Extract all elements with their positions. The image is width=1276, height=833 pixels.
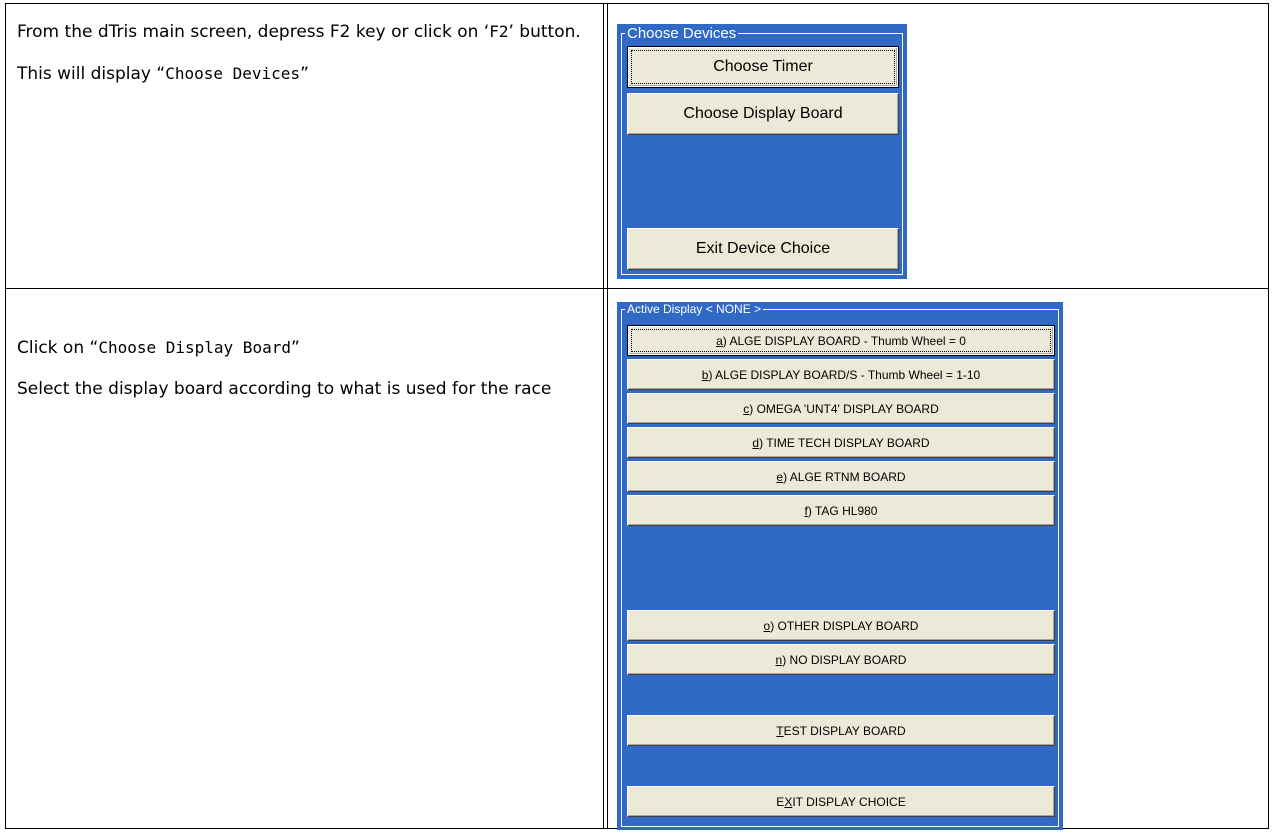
- display-option-e-button[interactable]: e) ALGE RTNM BOARD: [627, 461, 1055, 492]
- row2-click-suffix: ”: [290, 338, 300, 358]
- choose-devices-panel: Choose Devices Choose Timer Choose Displ…: [617, 24, 907, 279]
- active-display-panel: Active Display < NONE > a) ALGE DISPLAY …: [617, 302, 1063, 830]
- label-c: ) OMEGA 'UNT4' DISPLAY BOARD: [749, 401, 939, 416]
- focus-ring: [631, 329, 1051, 352]
- row2-click-prefix: Click on “: [17, 338, 99, 358]
- display-option-n-button[interactable]: n) NO DISPLAY BOARD: [627, 644, 1055, 675]
- display-option-a-button[interactable]: a) ALGE DISPLAY BOARD - Thumb Wheel = 0: [627, 325, 1055, 356]
- row1-line1-end: ’ button.: [508, 22, 581, 42]
- test-display-board-label: TEST DISPLAY BOARD: [776, 724, 905, 738]
- choose-display-board-label: Choose Display Board: [683, 105, 843, 122]
- display-option-o-button[interactable]: o) OTHER DISPLAY BOARD: [627, 610, 1055, 641]
- display-option-c-button[interactable]: c) OMEGA 'UNT4' DISPLAY BOARD: [627, 393, 1055, 424]
- label-f: ) TAG HL980: [807, 503, 878, 518]
- display-option-d-button[interactable]: d) TIME TECH DISPLAY BOARD: [627, 427, 1055, 458]
- label-o: ) OTHER DISPLAY BOARD: [770, 618, 919, 633]
- label-d: ) TIME TECH DISPLAY BOARD: [759, 435, 930, 450]
- exit-device-choice-button[interactable]: Exit Device Choice: [627, 228, 899, 270]
- label-e: ) ALGE RTNM BOARD: [783, 469, 906, 484]
- active-display-title: Active Display < NONE >: [625, 302, 764, 316]
- display-option-d-label: d) TIME TECH DISPLAY BOARD: [752, 436, 929, 450]
- display-option-b-label: b) ALGE DISPLAY BOARD/S - Thumb Wheel = …: [702, 368, 980, 382]
- column-divider-inner: [607, 4, 608, 828]
- display-option-f-button[interactable]: f) TAG HL980: [627, 495, 1055, 526]
- hotkey-t: T: [776, 723, 784, 738]
- row2-select-text: Select the display board according to wh…: [17, 379, 552, 399]
- label-exit: IT DISPLAY CHOICE: [792, 794, 906, 809]
- row2-click-line: Click on “Choose Display Board”: [17, 336, 592, 360]
- label-test: EST DISPLAY BOARD: [783, 723, 906, 738]
- display-option-f-label: f) TAG HL980: [805, 504, 878, 518]
- test-display-board-button[interactable]: TEST DISPLAY BOARD: [627, 715, 1055, 746]
- row1-key-code: F2: [489, 22, 509, 41]
- exit-display-choice-button[interactable]: EXIT DISPLAY CHOICE: [627, 786, 1055, 817]
- choose-timer-button[interactable]: Choose Timer: [627, 46, 899, 88]
- column-divider: [603, 4, 604, 828]
- exit-display-choice-label: EXIT DISPLAY CHOICE: [776, 795, 905, 809]
- row-divider: [6, 288, 1268, 289]
- choose-devices-title: Choose Devices: [625, 25, 739, 42]
- focus-ring: [631, 50, 895, 84]
- row2-instructions: Click on “Choose Display Board” Select t…: [17, 336, 592, 401]
- row2-click-code: Choose Display Board: [98, 338, 291, 357]
- choose-display-board-button[interactable]: Choose Display Board: [627, 93, 899, 135]
- display-option-e-label: e) ALGE RTNM BOARD: [776, 470, 905, 484]
- display-option-c-label: c) OMEGA 'UNT4' DISPLAY BOARD: [743, 402, 939, 416]
- row1-line1-text: From the dTris main screen, depress F2 k…: [17, 22, 490, 42]
- row1-line2-prefix: This will display “: [17, 64, 166, 84]
- display-option-o-label: o) OTHER DISPLAY BOARD: [764, 619, 919, 633]
- label-n: ) NO DISPLAY BOARD: [782, 652, 907, 667]
- display-option-n-label: n) NO DISPLAY BOARD: [776, 653, 907, 667]
- display-option-b-button[interactable]: b) ALGE DISPLAY BOARD/S - Thumb Wheel = …: [627, 359, 1055, 390]
- row1-line2: This will display “Choose Devices”: [17, 62, 592, 86]
- row1-line2-suffix: ”: [300, 64, 309, 84]
- exit-device-choice-label: Exit Device Choice: [695, 240, 831, 257]
- row1-line1: From the dTris main screen, depress F2 k…: [17, 20, 592, 44]
- label-b: ) ALGE DISPLAY BOARD/S - Thumb Wheel = 1…: [708, 367, 981, 382]
- row1-instructions: From the dTris main screen, depress F2 k…: [17, 20, 592, 86]
- row1-choose-devices-code: Choose Devices: [165, 64, 301, 83]
